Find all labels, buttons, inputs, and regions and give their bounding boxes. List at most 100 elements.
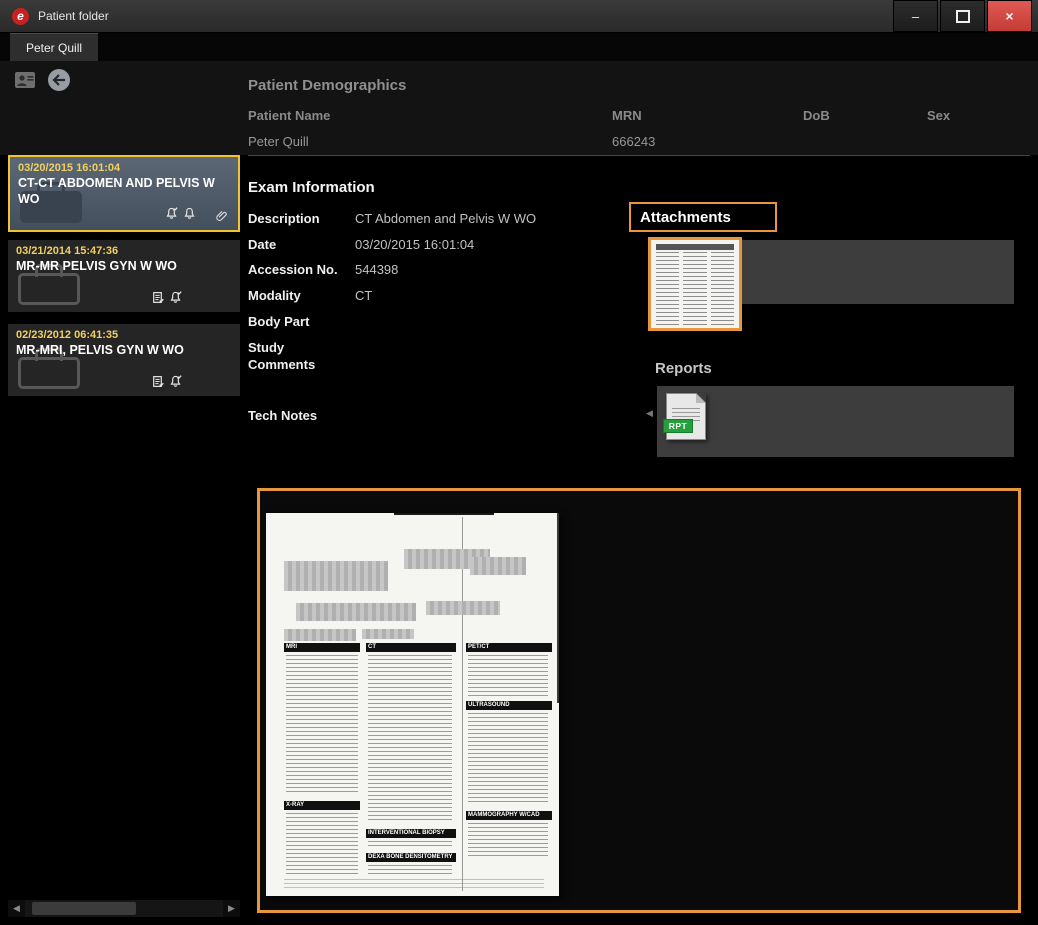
- notes-icon: [151, 375, 164, 388]
- briefcase-icon: [18, 273, 80, 305]
- study-date: 02/23/2012 06:41:35: [16, 329, 118, 341]
- scan-page-edge: [557, 513, 559, 703]
- minimize-icon: –: [912, 9, 919, 24]
- blur-region: [284, 629, 356, 641]
- window-controls: – ×: [891, 0, 1032, 33]
- attachment-preview-panel: MRI CT PET/CT ULTRASOUND X-RAY MAMMOGRAP…: [257, 488, 1021, 913]
- blur-region: [284, 561, 388, 591]
- blur-region: [296, 603, 416, 621]
- demo-header-dob: DoB: [803, 108, 830, 123]
- window-title: Patient folder: [38, 9, 109, 23]
- field-label-accession: Accession No.: [248, 262, 348, 279]
- field-label-date: Date: [248, 237, 348, 254]
- doc-section-header: CT: [366, 643, 456, 652]
- study-status-icons: [165, 207, 196, 220]
- doc-text-lines: [468, 655, 548, 697]
- briefcase-icon: [18, 357, 80, 389]
- study-name: MR-MR PELVIS GYN W WO: [16, 259, 228, 275]
- study-list-scrollbar[interactable]: ◀ ▶: [8, 900, 240, 917]
- maximize-icon: [956, 10, 970, 23]
- study-date: 03/21/2014 15:47:36: [16, 245, 118, 257]
- doc-section-header: MAMMOGRAPHY W/CAD: [466, 811, 552, 820]
- notes-icon: [151, 291, 164, 304]
- doc-text-lines: [286, 655, 358, 795]
- attachments-title: Attachments: [640, 209, 731, 226]
- blur-region: [426, 601, 500, 615]
- field-label-study-comments: Study Comments: [248, 340, 348, 374]
- patient-folder-window: e Patient folder – × Peter Quill Patient…: [0, 0, 1038, 925]
- paperclip-icon: [216, 209, 228, 222]
- close-button[interactable]: ×: [987, 0, 1032, 32]
- header-divider: [248, 155, 1030, 156]
- doc-text-lines: [368, 841, 452, 849]
- field-label-tech-notes: Tech Notes: [248, 408, 348, 425]
- minimize-button[interactable]: –: [893, 0, 938, 32]
- bell-check-icon: [169, 291, 182, 304]
- study-status-icons: [151, 375, 182, 388]
- tab-bar: Peter Quill: [0, 33, 1038, 61]
- demo-header-mrn: MRN: [612, 108, 642, 123]
- tab-label: Peter Quill: [26, 41, 82, 55]
- report-item[interactable]: RPT: [666, 393, 706, 440]
- reports-panel: [657, 386, 1014, 457]
- doc-text-lines: [284, 879, 544, 891]
- doc-section-header: DEXA BONE DENSITOMETRY: [366, 853, 456, 862]
- bell-check-icon: [165, 207, 178, 220]
- doc-text-lines: [368, 655, 452, 823]
- doc-text-lines: [286, 813, 358, 875]
- patient-card-button[interactable]: [14, 70, 36, 90]
- demo-header-sex: Sex: [927, 108, 950, 123]
- scroll-left-button[interactable]: ◀: [8, 900, 25, 917]
- doc-text-lines: [468, 713, 548, 805]
- scanned-document: MRI CT PET/CT ULTRASOUND X-RAY MAMMOGRAP…: [266, 513, 559, 896]
- field-label-body-part: Body Part: [248, 314, 348, 331]
- header-panel: [0, 61, 1038, 155]
- field-label-description: Description: [248, 211, 348, 228]
- field-label-modality: Modality: [248, 288, 348, 305]
- study-item[interactable]: 03/20/2015 16:01:04 CT-CT ABDOMEN AND PE…: [8, 155, 240, 232]
- demo-value-patient-name: Peter Quill: [248, 134, 309, 149]
- study-name: MR-MRI, PELVIS GYN W WO: [16, 343, 228, 359]
- bell-icon: [183, 207, 196, 220]
- rpt-badge: RPT: [663, 419, 693, 433]
- study-item[interactable]: 02/23/2012 06:41:35 MR-MRI, PELVIS GYN W…: [8, 324, 240, 396]
- study-status-icons: [151, 291, 182, 304]
- doc-section-header: X-RAY: [284, 801, 360, 810]
- study-date: 03/20/2015 16:01:04: [18, 162, 120, 174]
- back-arrow-icon: [52, 74, 66, 86]
- doc-section-header: ULTRASOUND: [466, 701, 552, 710]
- study-name: CT-CT ABDOMEN AND PELVIS W WO: [18, 176, 230, 207]
- doc-section-header: INTERVENTIONAL BIOPSY: [366, 829, 456, 838]
- exam-information-title: Exam Information: [248, 179, 375, 196]
- doc-text-lines: [468, 823, 548, 859]
- attachment-thumbnail[interactable]: [648, 237, 742, 331]
- doc-text-lines: [368, 865, 452, 875]
- tab-peter-quill[interactable]: Peter Quill: [10, 33, 98, 61]
- blur-region: [362, 629, 414, 639]
- scroll-left-icon: ◀: [13, 903, 20, 913]
- erad-logo-icon: e: [12, 8, 29, 25]
- doc-section-header: PET/CT: [466, 643, 552, 652]
- reports-scroll-left-icon[interactable]: ◀: [646, 408, 653, 419]
- doc-section-header: MRI: [284, 643, 360, 652]
- scroll-right-icon: ▶: [228, 903, 235, 913]
- patient-demographics-title: Patient Demographics: [248, 77, 406, 94]
- maximize-button[interactable]: [940, 0, 985, 32]
- patient-card-icon: [14, 70, 36, 90]
- demo-value-mrn: 666243: [612, 134, 655, 149]
- reports-title: Reports: [655, 360, 712, 377]
- scrollbar-thumb[interactable]: [32, 902, 136, 915]
- scroll-right-button[interactable]: ▶: [223, 900, 240, 917]
- blur-region: [470, 557, 526, 575]
- demo-header-patient-name: Patient Name: [248, 108, 330, 123]
- field-value-date: 03/20/2015 16:01:04: [355, 237, 474, 252]
- field-value-accession: 544398: [355, 262, 398, 277]
- back-button[interactable]: [48, 69, 70, 91]
- titlebar: e Patient folder – ×: [0, 0, 1038, 33]
- field-value-description: CT Abdomen and Pelvis W WO: [355, 211, 536, 226]
- field-value-modality: CT: [355, 288, 372, 303]
- close-icon: ×: [1005, 8, 1013, 24]
- page-fold-line: [462, 517, 463, 891]
- study-item[interactable]: 03/21/2014 15:47:36 MR-MR PELVIS GYN W W…: [8, 240, 240, 312]
- scan-artifact-line: [394, 513, 494, 515]
